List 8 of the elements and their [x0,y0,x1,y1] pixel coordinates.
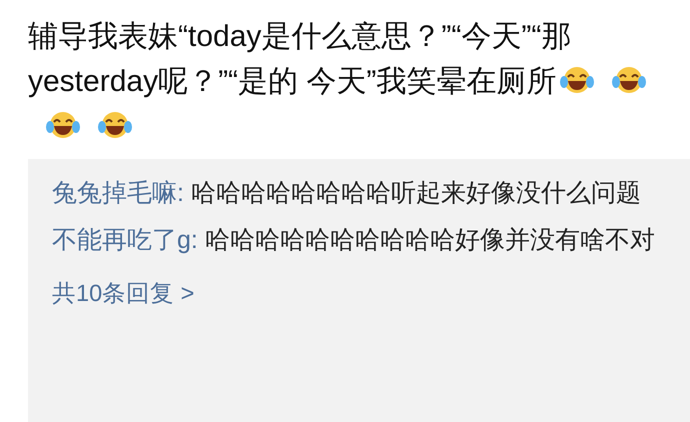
laughing-crying-face-icon [98,110,132,140]
reply-text: 不能再吃了g: 哈哈哈哈哈哈哈哈哈哈好像并没有啥不对 [52,225,656,256]
reply-text: 兔兔掉毛嘛: 哈哈哈哈哈哈哈哈听起来好像没什么问题 [52,178,642,209]
post-text: 辅导我表妹“today是什么意思？”“今天”“那yesterday呢？”“是的 今天”我笑晕在厕所 [28,14,668,149]
laughing-crying-face-icon [46,110,80,140]
laughing-crying-face-icon [612,65,646,95]
more-replies-link[interactable]: 共10条回复 > [52,273,194,313]
laughing-crying-face-icon [560,65,594,95]
